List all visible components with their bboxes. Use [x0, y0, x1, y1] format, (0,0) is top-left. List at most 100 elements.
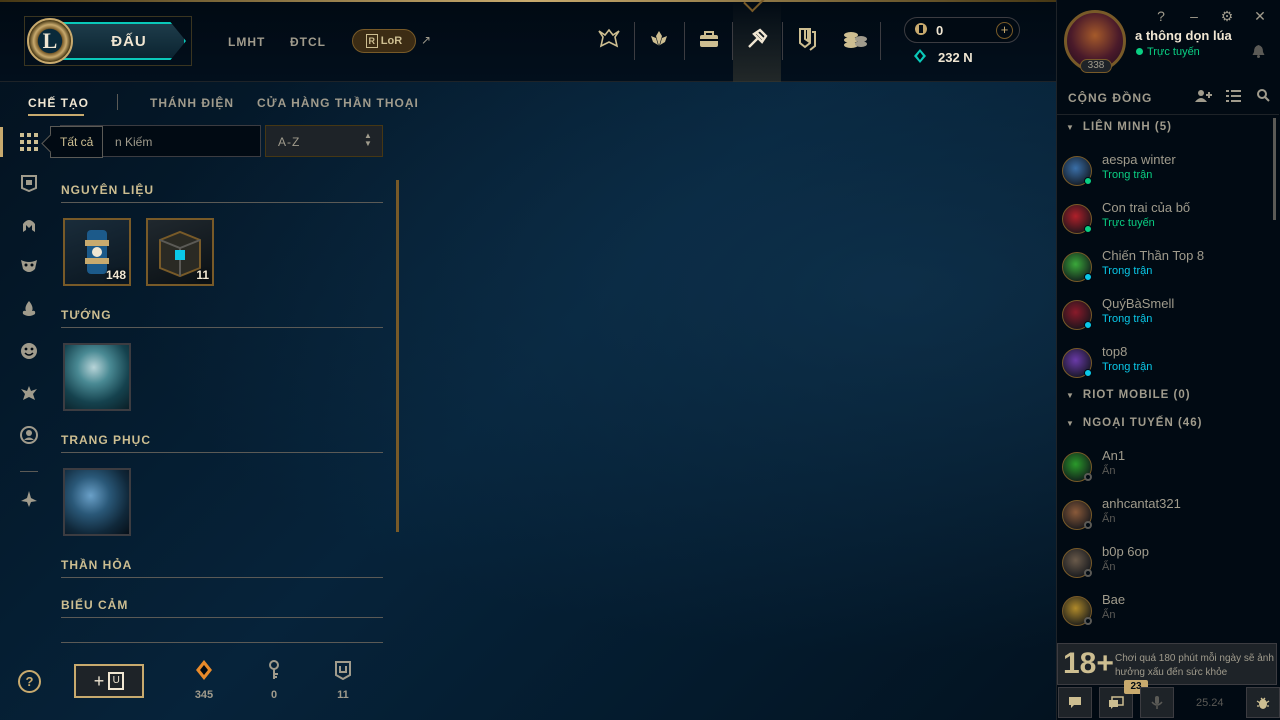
friend-status: Trong trận: [1102, 361, 1153, 373]
friend-row[interactable]: Chiến Thần Top 8 Trong trận: [1062, 247, 1272, 291]
add-friend-icon[interactable]: [1195, 89, 1213, 106]
tft-filter-icon[interactable]: [16, 486, 42, 512]
friend-row[interactable]: anhcantat321 Ẩn: [1062, 495, 1272, 539]
friend-row[interactable]: top8 Trong trận: [1062, 343, 1272, 387]
friend-row[interactable]: b0p 6op Ẩn: [1062, 543, 1272, 587]
filter-tooltip: Tất cả: [50, 126, 104, 158]
nav-lmht[interactable]: LMHT: [228, 35, 265, 49]
filter-active-indicator: [0, 127, 3, 157]
league-logo[interactable]: L: [27, 18, 73, 64]
section-divider: [61, 577, 383, 578]
sort-chevrons-icon: ▲ ▼: [364, 131, 372, 148]
list-view-icon[interactable]: [1226, 89, 1241, 105]
riot-points-icon: [914, 22, 928, 39]
top-separator: [634, 22, 635, 60]
settings-gear-icon[interactable]: ⚙: [1219, 8, 1235, 25]
online-dot-icon: [1136, 48, 1143, 55]
search-icon[interactable]: [1257, 89, 1270, 105]
skin-filter-icon[interactable]: [16, 253, 42, 279]
voice-button[interactable]: [1140, 687, 1174, 718]
friend-name: anhcantat321: [1102, 496, 1181, 511]
chest-filter-icon[interactable]: [16, 170, 42, 196]
add-key-button[interactable]: + U: [74, 664, 144, 698]
section-ward-skins: THẦN HỎA: [61, 558, 133, 572]
friend-status: Ẩn: [1102, 609, 1116, 621]
emote-filter-icon[interactable]: [16, 338, 42, 364]
age-warning: 18+ Chơi quá 180 phút mỗi ngày sẽ ảnh hư…: [1057, 643, 1277, 685]
plus-icon: +: [93, 670, 105, 691]
summoner-name[interactable]: a thông dọn lúa: [1135, 28, 1232, 43]
material-tile-chest[interactable]: 11: [146, 218, 214, 286]
collapse-caret-icon: ▼: [1066, 391, 1075, 400]
bug-report-button[interactable]: [1246, 687, 1280, 718]
friend-row[interactable]: Bae Ẩn: [1062, 591, 1272, 635]
store-icon[interactable]: [694, 24, 724, 54]
tab-crafting[interactable]: CHẾ TẠO: [28, 96, 89, 110]
key-fragments: 0: [254, 660, 294, 701]
key-fragments-value: 0: [270, 689, 278, 701]
friend-status-dot: [1084, 369, 1092, 377]
friend-name: Bae: [1102, 592, 1126, 607]
top-separator: [684, 22, 685, 60]
group-offline[interactable]: ▼ NGOẠI TUYẾN (46): [1066, 417, 1202, 429]
material-tile-capsule[interactable]: 148: [63, 218, 131, 286]
loot-icon[interactable]: [742, 24, 772, 54]
key-icon: [323, 660, 363, 684]
help-icon[interactable]: ?: [1153, 8, 1169, 24]
loot-list: NGUYÊN LIỆU 148 11 TƯỚNG TRANG PHỤC THẦN…: [61, 180, 383, 645]
champion-filter-icon[interactable]: [16, 212, 42, 238]
home-icon[interactable]: [594, 24, 624, 54]
group-riot-mobile[interactable]: ▼ RIOT MOBILE (0): [1066, 389, 1191, 401]
social-scrollbar[interactable]: [1273, 118, 1276, 220]
summoner-status[interactable]: Trực tuyến: [1136, 46, 1200, 58]
loot-scrollbar[interactable]: [396, 180, 399, 532]
friend-status-dot: [1084, 473, 1092, 481]
minimize-icon[interactable]: –: [1186, 8, 1202, 24]
clash-icon[interactable]: [792, 24, 822, 54]
friend-row[interactable]: QuýBàSmell Trong trận: [1062, 295, 1272, 339]
close-icon[interactable]: ✕: [1252, 8, 1268, 25]
play-button[interactable]: ĐẤU: [56, 22, 186, 60]
friend-status-dot: [1084, 225, 1092, 233]
icon-filter-icon[interactable]: [16, 380, 42, 406]
friend-row[interactable]: Con trai của bố Trực tuyến: [1062, 199, 1272, 243]
collapse-caret-icon: ▼: [1066, 123, 1075, 132]
lor-button[interactable]: R LoR: [352, 29, 416, 53]
collection-icon[interactable]: [644, 24, 674, 54]
currency-icon[interactable]: [840, 24, 870, 54]
client-version: 25.24: [1196, 697, 1224, 709]
tab-sanctum[interactable]: THÁNH ĐIỆN: [150, 96, 234, 110]
tile-count: 11: [196, 268, 209, 282]
help-button[interactable]: ?: [18, 670, 41, 693]
group-offline-label: NGOẠI TUYẾN (46): [1082, 417, 1203, 429]
notification-bell-icon[interactable]: [1252, 44, 1265, 61]
friend-row[interactable]: An1 Ẩn: [1062, 447, 1272, 491]
play-label: ĐẤU: [111, 32, 147, 50]
section-materials: NGUYÊN LIỆU: [61, 183, 155, 197]
blue-essence-amount: 232 N: [938, 50, 973, 65]
key-fragment-icon: [254, 660, 294, 684]
ward-filter-icon[interactable]: [16, 296, 42, 322]
nav-dtcl[interactable]: ĐTCL: [290, 35, 326, 49]
all-grid-icon[interactable]: [16, 129, 42, 155]
profile-filter-icon[interactable]: [16, 422, 42, 448]
champion-shard-tile[interactable]: [63, 343, 131, 411]
social-divider: [1057, 114, 1279, 115]
riot-points-amount: 0: [936, 23, 944, 38]
friend-row[interactable]: aespa winter Trong trận: [1062, 151, 1272, 195]
external-link-icon: ↗: [421, 33, 432, 47]
age-warning-text: Chơi quá 180 phút mỗi ngày sẽ ảnh hưởng …: [1115, 653, 1274, 678]
friend-status-dot: [1084, 617, 1092, 625]
rail-separator: [20, 471, 38, 472]
skin-shard-tile[interactable]: [63, 468, 131, 536]
chat-button[interactable]: [1058, 687, 1092, 718]
tab-mythic-shop[interactable]: CỬA HÀNG THẦN THOẠI: [257, 96, 419, 110]
section-skins: TRANG PHỤC: [61, 433, 151, 447]
group-alliance-label: LIÊN MINH (5): [1082, 121, 1172, 133]
friend-status-dot: [1084, 273, 1092, 281]
buy-rp-button[interactable]: +: [996, 22, 1013, 39]
friend-status: Ẩn: [1102, 561, 1116, 573]
friend-name: top8: [1102, 344, 1128, 359]
section-divider: [61, 617, 383, 618]
group-alliance[interactable]: ▼ LIÊN MINH (5): [1066, 121, 1172, 133]
